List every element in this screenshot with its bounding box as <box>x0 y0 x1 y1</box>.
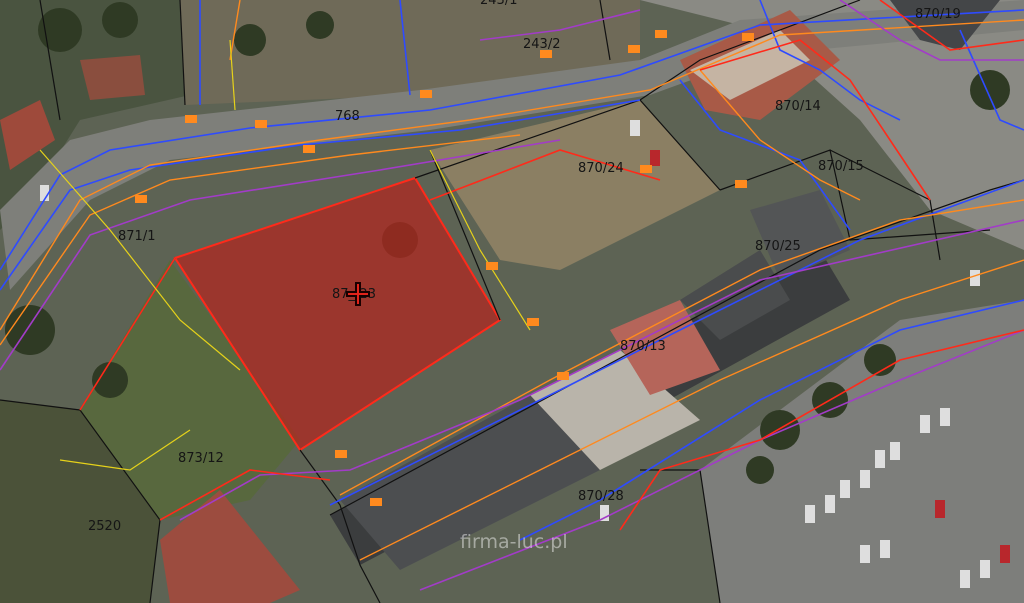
parcel-label-870-24: 870/24 <box>578 161 624 176</box>
map-canvas: 870/24 870/25 870/13 870/28 871/1 87_/23… <box>0 0 1024 603</box>
parcel-label-768: 768 <box>335 109 360 124</box>
parcel-label-2520: 2520 <box>88 519 121 534</box>
parcel-label-873-12: 873/12 <box>178 451 224 466</box>
parcel-label-870-15: 870/15 <box>818 159 864 174</box>
watermark: firma-luc.pl <box>460 531 568 553</box>
parcel-label-870-13: 870/13 <box>620 339 666 354</box>
parcel-label-243-1: 243/1 <box>480 0 517 8</box>
parcel-label-870-28: 870/28 <box>578 489 624 504</box>
parcel-label-871-1: 871/1 <box>118 229 155 244</box>
parcel-label-243-2: 243/2 <box>523 37 560 52</box>
parcel-label-870-14: 870/14 <box>775 99 821 114</box>
parcel-label-870-19: 870/19 <box>915 7 961 22</box>
parcel-label-870-25: 870/25 <box>755 239 801 254</box>
map-viewport[interactable]: 870/24 870/25 870/13 870/28 871/1 87_/23… <box>0 0 1024 603</box>
